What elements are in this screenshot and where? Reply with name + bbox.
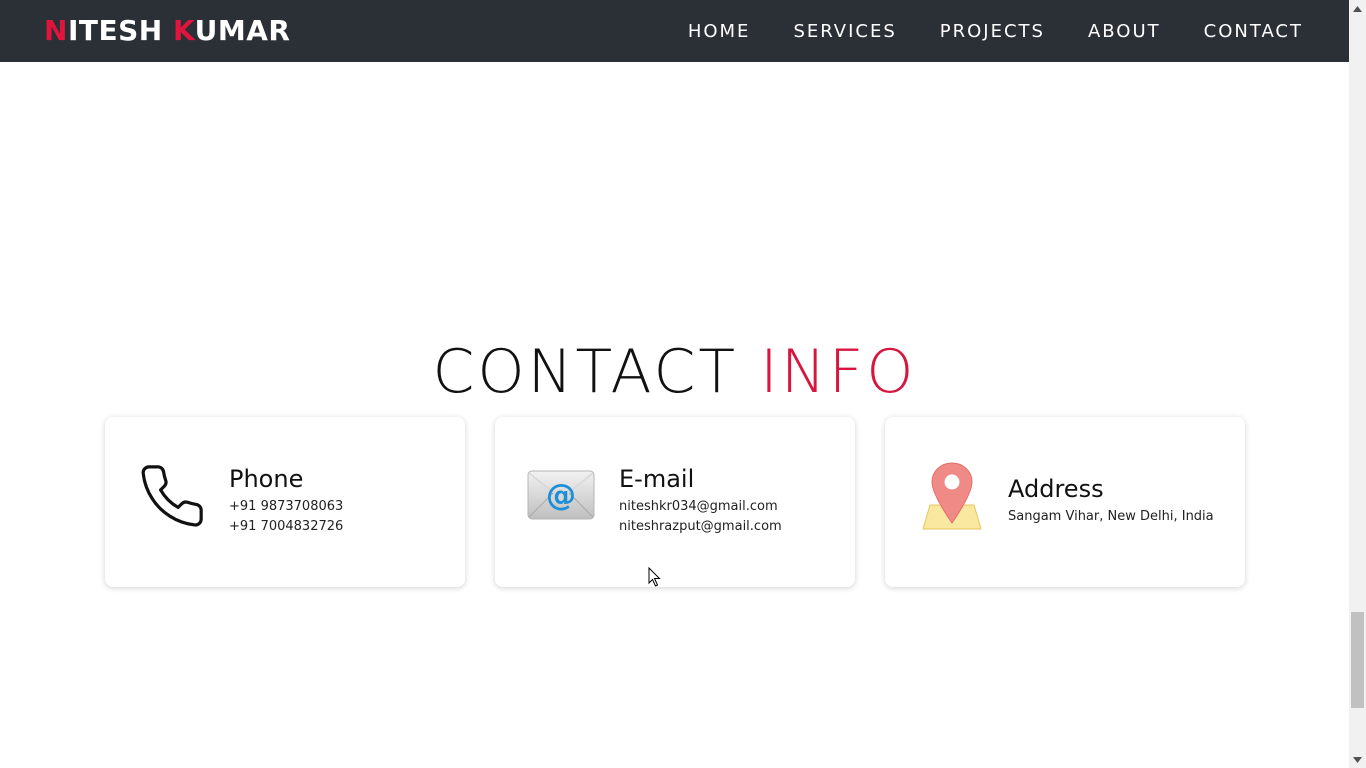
email-address-1[interactable]: niteshkr034@gmail.com xyxy=(619,497,782,517)
phone-number-1[interactable]: +91 9873708063 xyxy=(229,497,343,517)
email-address-2[interactable]: niteshrazput@gmail.com xyxy=(619,517,782,537)
scrollbar-thumb[interactable] xyxy=(1351,612,1364,708)
address-card-text: Address Sangam Vihar, New Delhi, India xyxy=(1008,474,1214,527)
page: NITESH KUMAR HOME SERVICES PROJECTS ABOU… xyxy=(0,0,1366,768)
address-card: Address Sangam Vihar, New Delhi, India xyxy=(885,417,1245,587)
phone-card-text: Phone +91 9873708063 +91 7004832726 xyxy=(229,464,343,537)
nav-home[interactable]: HOME xyxy=(688,21,751,42)
logo-first-rest: ITESH xyxy=(67,14,163,47)
address-line: Sangam Vihar, New Delhi, India xyxy=(1008,509,1214,524)
nav-menu: HOME SERVICES PROJECTS ABOUT CONTACT xyxy=(645,0,1303,62)
mouse-cursor-icon xyxy=(648,566,662,592)
contact-section-title: CONTACT INFO xyxy=(0,336,1349,408)
title-accent: INFO xyxy=(760,337,917,407)
nav-about[interactable]: ABOUT xyxy=(1088,21,1161,42)
logo-last-initial: K xyxy=(172,14,195,47)
scroll-down-arrow-icon[interactable] xyxy=(1349,751,1366,768)
title-main: CONTACT xyxy=(432,337,739,407)
phone-heading: Phone xyxy=(229,465,304,493)
map-pin-icon xyxy=(917,461,987,535)
email-icon: @ xyxy=(527,469,595,525)
logo-last-rest: UMAR xyxy=(194,14,291,47)
scroll-up-arrow-icon[interactable] xyxy=(1349,0,1366,17)
email-card: @ E-mail niteshkr034@gmail.com niteshraz… xyxy=(495,417,855,587)
logo-first-initial: N xyxy=(44,14,68,47)
navbar: NITESH KUMAR HOME SERVICES PROJECTS ABOU… xyxy=(0,0,1349,62)
svg-text:@: @ xyxy=(546,478,576,513)
phone-icon xyxy=(137,461,207,535)
page-scrollbar[interactable] xyxy=(1349,0,1366,768)
nav-services[interactable]: SERVICES xyxy=(793,21,896,42)
email-heading: E-mail xyxy=(619,465,695,493)
address-heading: Address xyxy=(1008,475,1104,503)
phone-number-2[interactable]: +91 7004832726 xyxy=(229,517,343,537)
nav-contact[interactable]: CONTACT xyxy=(1204,21,1303,42)
phone-card: Phone +91 9873708063 +91 7004832726 xyxy=(105,417,465,587)
site-logo[interactable]: NITESH KUMAR xyxy=(44,14,291,48)
nav-projects[interactable]: PROJECTS xyxy=(940,21,1045,42)
email-card-text: E-mail niteshkr034@gmail.com niteshrazpu… xyxy=(619,464,782,537)
